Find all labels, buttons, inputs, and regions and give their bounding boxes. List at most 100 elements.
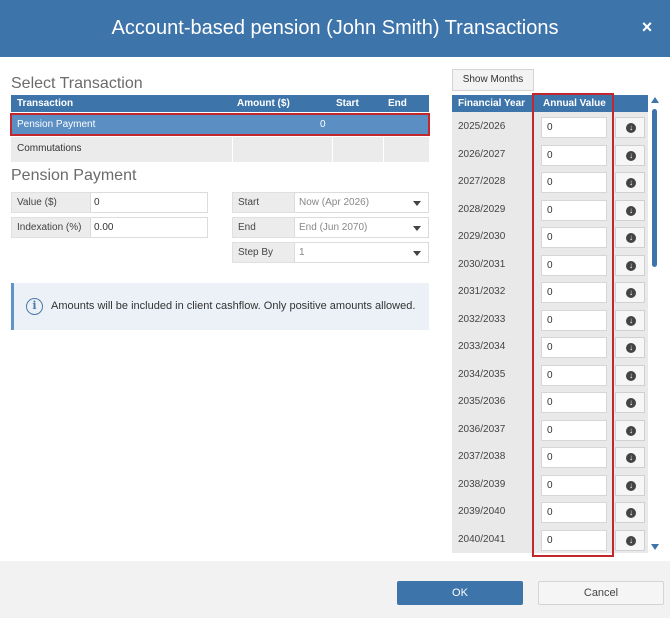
annual-value-input[interactable]: 0: [541, 419, 607, 441]
start-label: Start: [232, 192, 295, 213]
annual-value-input[interactable]: 0: [541, 309, 607, 331]
annual-value-input[interactable]: 0: [541, 392, 607, 413]
annual-value-input[interactable]: 0: [541, 254, 607, 276]
financial-year-label: 2033/2034: [458, 341, 506, 352]
close-icon[interactable]: ×: [636, 16, 658, 38]
financial-year-label: 2026/2027: [458, 148, 506, 160]
annual-value-input[interactable]: 0: [541, 502, 607, 523]
financial-year-label: 2032/2033: [458, 313, 506, 325]
annual-value-row: 2029/2030 0 ↓: [452, 224, 648, 252]
fill-down-button[interactable]: ↓: [615, 172, 645, 193]
column-header-start: Start: [336, 98, 359, 109]
value-input[interactable]: 0: [90, 192, 208, 213]
fill-down-button[interactable]: ↓: [615, 309, 645, 331]
financial-year-label: 2034/2035: [458, 368, 506, 380]
step-by-select[interactable]: 1: [294, 242, 429, 263]
annual-value-input[interactable]: 0: [541, 144, 607, 166]
indexation-input[interactable]: 0.00: [90, 217, 208, 238]
annual-values-scrollbar[interactable]: [650, 95, 660, 553]
annual-value-input[interactable]: 0: [541, 447, 607, 468]
fill-down-button[interactable]: ↓: [615, 529, 645, 551]
dialog-title: Account-based pension (John Smith) Trans…: [111, 17, 559, 39]
fill-down-button[interactable]: ↓: [615, 337, 645, 358]
arrow-down-circle-icon: ↓: [626, 535, 636, 546]
fill-down-button[interactable]: ↓: [615, 392, 645, 413]
annual-value-row: 2037/2038 0 ↓: [452, 444, 648, 472]
ok-button[interactable]: OK: [397, 581, 523, 605]
annual-value-input[interactable]: 0: [541, 199, 607, 221]
annual-value-input[interactable]: 0: [541, 227, 607, 248]
column-header-amount: Amount ($): [237, 98, 290, 109]
fill-down-button[interactable]: ↓: [615, 474, 645, 496]
fill-down-button[interactable]: ↓: [615, 282, 645, 303]
annual-value-row: 2030/2031 0 ↓: [452, 252, 648, 280]
select-transaction-heading: Select Transaction: [11, 75, 143, 92]
step-by-select-value: 1: [299, 247, 305, 258]
annual-value-row: 2040/2041 0 ↓: [452, 527, 648, 554]
scrollbar-thumb[interactable]: [652, 109, 657, 267]
pension-payment-heading: Pension Payment: [11, 167, 137, 184]
step-by-label: Step By: [232, 242, 295, 263]
transaction-row-pension-payment[interactable]: Pension Payment 0: [10, 113, 430, 136]
financial-year-label: 2027/2028: [458, 176, 506, 187]
arrow-down-circle-icon: ↓: [626, 453, 636, 463]
annual-values-header: Financial Year Annual Value: [452, 95, 648, 112]
fill-down-button[interactable]: ↓: [615, 227, 645, 248]
column-header-financial-year: Financial Year: [458, 98, 526, 109]
cancel-button[interactable]: Cancel: [538, 581, 664, 605]
arrow-down-circle-icon: ↓: [626, 233, 636, 243]
annual-value-row: 2026/2027 0 ↓: [452, 142, 648, 170]
transaction-row-commutations[interactable]: Commutations: [11, 137, 429, 162]
financial-year-label: 2039/2040: [458, 506, 506, 517]
financial-year-label: 2025/2026: [458, 121, 506, 132]
fill-down-button[interactable]: ↓: [615, 254, 645, 276]
indexation-label: Indexation (%): [11, 217, 91, 238]
transaction-name: Pension Payment: [17, 119, 96, 130]
column-header-annual-value: Annual Value: [543, 98, 606, 109]
fill-down-button[interactable]: ↓: [615, 199, 645, 221]
annual-value-row: 2038/2039 0 ↓: [452, 472, 648, 500]
fill-down-button[interactable]: ↓: [615, 117, 645, 138]
chevron-down-icon: [413, 226, 421, 231]
annual-value-input[interactable]: 0: [541, 474, 607, 496]
arrow-down-circle-icon: ↓: [626, 150, 636, 161]
financial-year-label: 2030/2031: [458, 258, 506, 270]
financial-year-label: 2029/2030: [458, 231, 506, 242]
fill-down-button[interactable]: ↓: [615, 502, 645, 523]
annual-values-table: Financial Year Annual Value 2025/2026 0 ↓ 2…: [452, 95, 648, 553]
fill-down-button[interactable]: ↓: [615, 419, 645, 441]
annual-value-row: 2025/2026 0 ↓: [452, 114, 648, 142]
annual-value-row: 2031/2032 0 ↓: [452, 279, 648, 307]
annual-value-row: 2028/2029 0 ↓: [452, 197, 648, 225]
arrow-down-circle-icon: ↓: [626, 260, 636, 271]
chevron-down-icon: [413, 201, 421, 206]
arrow-down-circle-icon: ↓: [626, 343, 636, 353]
arrow-down-circle-icon: ↓: [626, 398, 636, 408]
column-header-end: End: [388, 98, 407, 109]
annual-value-input[interactable]: 0: [541, 172, 607, 193]
annual-value-row: 2039/2040 0 ↓: [452, 499, 648, 527]
show-months-button[interactable]: Show Months: [452, 69, 534, 91]
annual-value-input[interactable]: 0: [541, 364, 607, 386]
annual-value-input[interactable]: 0: [541, 337, 607, 358]
start-select-value: Now (Apr 2026): [299, 197, 370, 208]
financial-year-label: 2031/2032: [458, 286, 506, 297]
scroll-up-icon[interactable]: [651, 97, 659, 103]
start-select[interactable]: Now (Apr 2026): [294, 192, 429, 213]
chevron-down-icon: [413, 251, 421, 256]
end-label: End: [232, 217, 295, 238]
financial-year-label: 2036/2037: [458, 423, 506, 435]
annual-value-row: 2036/2037 0 ↓: [452, 417, 648, 445]
end-select[interactable]: End (Jun 2070): [294, 217, 429, 238]
scroll-down-icon[interactable]: [651, 544, 659, 550]
annual-value-input[interactable]: 0: [541, 117, 607, 138]
financial-year-label: 2038/2039: [458, 478, 506, 490]
fill-down-button[interactable]: ↓: [615, 447, 645, 468]
fill-down-button[interactable]: ↓: [615, 364, 645, 386]
annual-value-input[interactable]: 0: [541, 282, 607, 303]
annual-value-input[interactable]: 0: [541, 529, 607, 551]
fill-down-button[interactable]: ↓: [615, 144, 645, 166]
financial-year-label: 2028/2029: [458, 203, 506, 215]
arrow-down-circle-icon: ↓: [626, 370, 636, 381]
financial-year-label: 2037/2038: [458, 451, 506, 462]
